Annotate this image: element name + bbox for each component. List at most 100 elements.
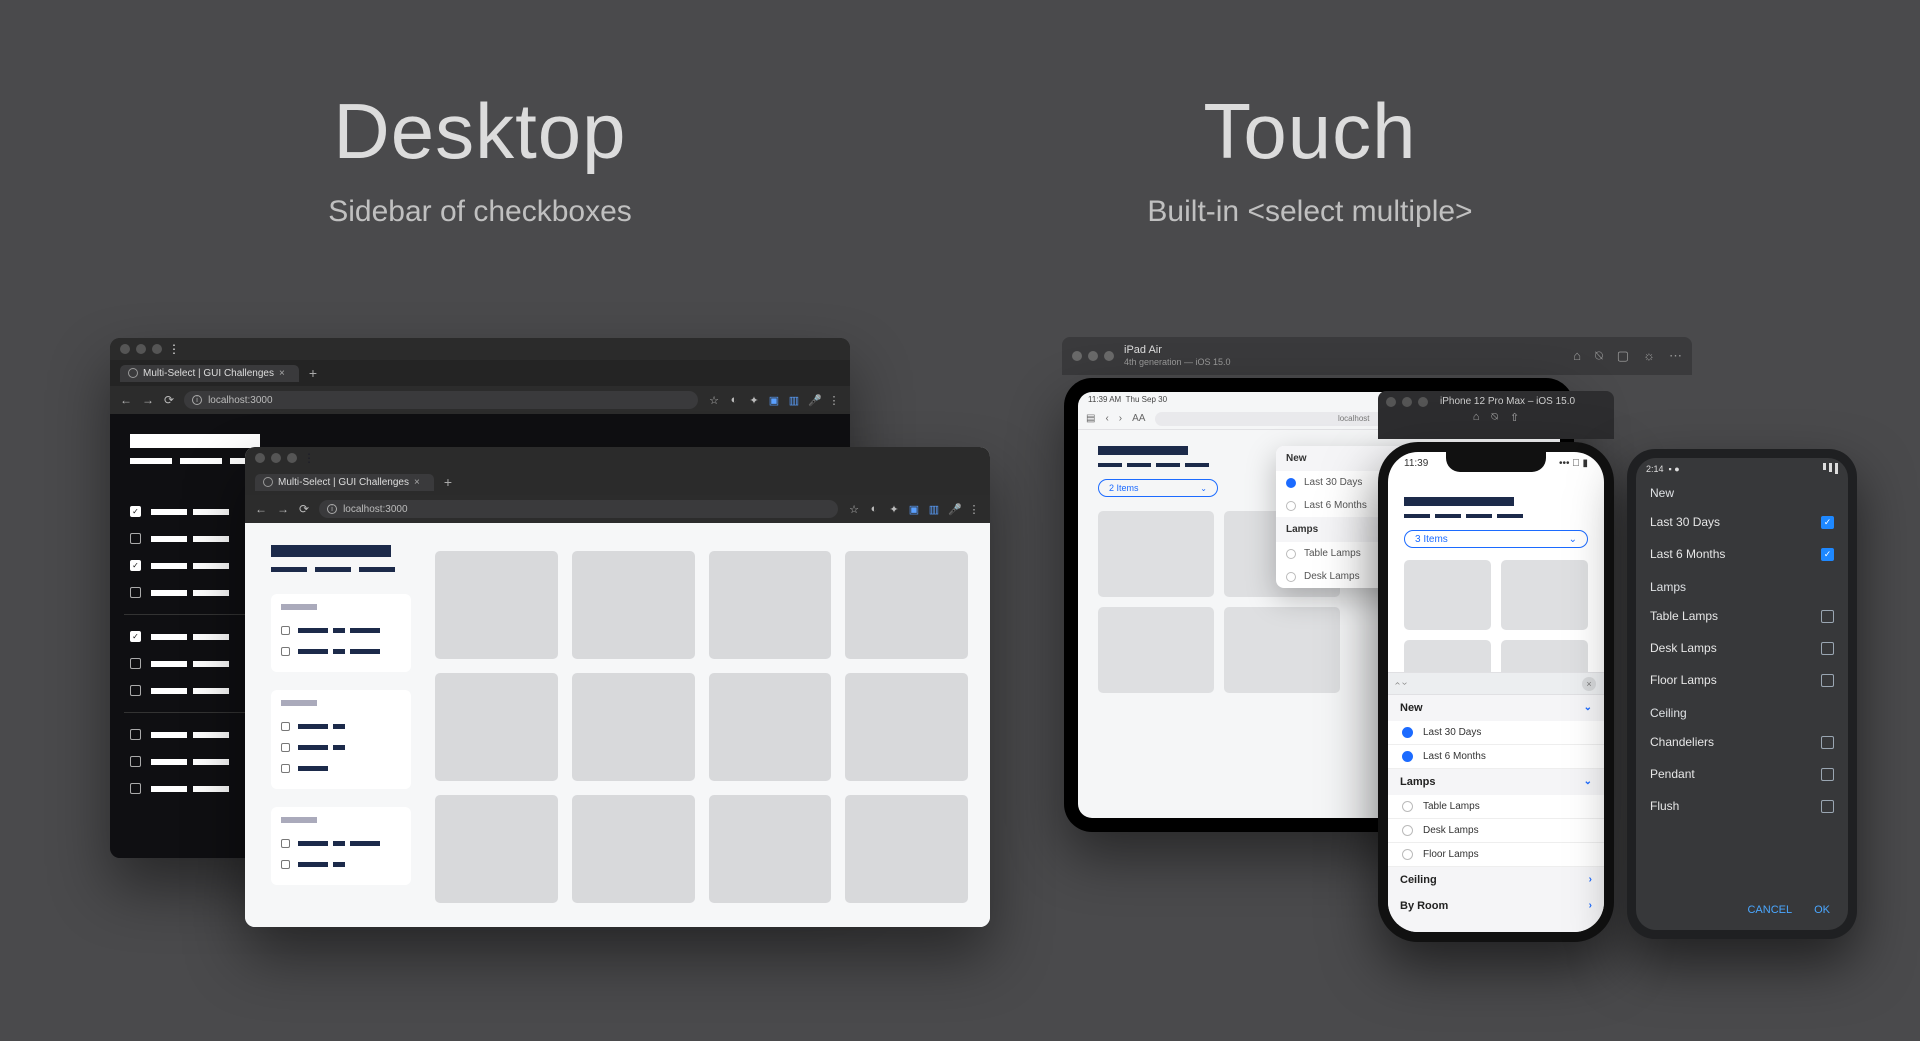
- result-card[interactable]: [1501, 560, 1588, 630]
- kebab-icon[interactable]: ⋮: [968, 503, 980, 516]
- result-card[interactable]: [845, 795, 968, 903]
- android-select-dialog[interactable]: NewLast 30 Days✓Last 6 Months✓LampsTable…: [1636, 476, 1848, 822]
- select-option[interactable]: Last 30 Days✓: [1636, 506, 1848, 538]
- home-icon[interactable]: ⌂: [1573, 348, 1581, 364]
- traffic-lights[interactable]: [1072, 351, 1114, 361]
- select-option[interactable]: Pendant: [1636, 758, 1848, 790]
- select-option[interactable]: Chandeliers: [1636, 726, 1848, 758]
- traffic-lights[interactable]: [255, 453, 297, 463]
- checkbox-icon[interactable]: ✓: [130, 560, 141, 571]
- cast-icon[interactable]: ▥: [788, 394, 800, 407]
- cancel-button[interactable]: CANCEL: [1747, 904, 1792, 916]
- new-tab-icon[interactable]: +: [309, 365, 317, 381]
- back-icon[interactable]: ‹: [1105, 413, 1108, 424]
- sidebar-checkbox-row[interactable]: [281, 620, 401, 641]
- tune-icon[interactable]: ◐: [868, 503, 880, 516]
- back-icon[interactable]: ←: [120, 393, 132, 407]
- devtools-icon[interactable]: ▣: [768, 394, 780, 407]
- site-info-icon[interactable]: i: [192, 395, 202, 405]
- address-field[interactable]: i localhost:3000: [184, 391, 698, 409]
- extension-icon[interactable]: ✦: [888, 503, 900, 516]
- checkbox-icon[interactable]: [130, 783, 141, 794]
- devtools-icon[interactable]: ▣: [908, 503, 920, 516]
- cast-icon[interactable]: ▥: [928, 503, 940, 516]
- browser-tab[interactable]: Multi-Select | GUI Challenges ×: [255, 474, 434, 491]
- checkbox-icon[interactable]: [130, 533, 141, 544]
- share-icon[interactable]: ⇧: [1510, 411, 1519, 424]
- checkbox-icon[interactable]: [281, 839, 290, 848]
- mic-icon[interactable]: 🎤: [948, 503, 960, 516]
- forward-icon[interactable]: →: [277, 502, 289, 516]
- reload-icon[interactable]: ⟳: [164, 393, 174, 407]
- result-card[interactable]: [1404, 560, 1491, 630]
- select-option[interactable]: Last 30 Days: [1388, 721, 1604, 745]
- checkbox-icon[interactable]: ✓: [130, 506, 141, 517]
- star-icon[interactable]: ☆: [708, 394, 720, 407]
- sidebar-checkbox-row[interactable]: [281, 737, 401, 758]
- ok-button[interactable]: OK: [1814, 904, 1830, 916]
- sidebar-checkbox-row[interactable]: [281, 716, 401, 737]
- window-menu-icon[interactable]: ⋮: [303, 451, 315, 465]
- select-option[interactable]: Table Lamps: [1636, 600, 1848, 632]
- select-summary-pill[interactable]: 3 Items ⌄: [1404, 530, 1588, 548]
- select-option[interactable]: Floor Lamps: [1388, 843, 1604, 867]
- checkbox-icon[interactable]: [281, 764, 290, 773]
- close-tab-icon[interactable]: ×: [279, 368, 285, 379]
- checkbox-icon[interactable]: [130, 587, 141, 598]
- optgroup-header[interactable]: By Room›: [1388, 893, 1604, 919]
- screenshot-icon[interactable]: ⍉: [1595, 348, 1603, 364]
- select-option[interactable]: Last 6 Months: [1388, 745, 1604, 769]
- traffic-lights[interactable]: [1386, 397, 1428, 407]
- close-tab-icon[interactable]: ×: [414, 477, 420, 488]
- site-info-icon[interactable]: i: [327, 504, 337, 514]
- sheet-nav-arrows[interactable]: ‹›: [1396, 678, 1411, 689]
- select-option[interactable]: Floor Lamps: [1636, 664, 1848, 696]
- appearance-icon[interactable]: ☼: [1643, 348, 1655, 364]
- select-option[interactable]: Flush: [1636, 790, 1848, 822]
- select-sheet[interactable]: ‹› × New⌄Last 30 DaysLast 6 MonthsLamps⌄…: [1388, 672, 1604, 932]
- tune-icon[interactable]: ◐: [728, 394, 740, 407]
- checkbox-icon[interactable]: [281, 860, 290, 869]
- kebab-icon[interactable]: ⋮: [828, 394, 840, 407]
- checkbox-icon[interactable]: ✓: [130, 631, 141, 642]
- checkbox-icon[interactable]: [281, 626, 290, 635]
- checkbox-icon[interactable]: [130, 685, 141, 696]
- result-card[interactable]: [709, 673, 832, 781]
- result-card[interactable]: [572, 551, 695, 659]
- result-card[interactable]: [435, 551, 558, 659]
- forward-icon[interactable]: →: [142, 393, 154, 407]
- result-card[interactable]: [435, 795, 558, 903]
- result-card[interactable]: [1224, 607, 1340, 693]
- sidebar-checkbox-row[interactable]: [281, 833, 401, 854]
- address-field[interactable]: i localhost:3000: [319, 500, 838, 518]
- sidebar-checkbox-row[interactable]: [281, 758, 401, 779]
- select-option[interactable]: Desk Lamps: [1636, 632, 1848, 664]
- screenshot-icon[interactable]: ⍉: [1491, 411, 1498, 424]
- checkbox-icon[interactable]: [130, 729, 141, 740]
- select-summary-pill[interactable]: 2 Items ⌄: [1098, 479, 1218, 497]
- optgroup-header[interactable]: New⌄: [1388, 695, 1604, 721]
- sidebar-checkbox-row[interactable]: [281, 854, 401, 875]
- mic-icon[interactable]: 🎤: [808, 394, 820, 407]
- star-icon[interactable]: ☆: [848, 503, 860, 516]
- result-card[interactable]: [1098, 607, 1214, 693]
- rotate-icon[interactable]: ▢: [1617, 348, 1629, 364]
- result-card[interactable]: [435, 673, 558, 781]
- sidebar-icon[interactable]: ▤: [1086, 413, 1095, 424]
- sidebar-checkbox-row[interactable]: [281, 641, 401, 662]
- new-tab-icon[interactable]: +: [444, 474, 452, 490]
- checkbox-icon[interactable]: [130, 658, 141, 669]
- sheet-close-icon[interactable]: ×: [1582, 677, 1596, 691]
- result-card[interactable]: [845, 551, 968, 659]
- home-icon[interactable]: ⌂: [1473, 411, 1480, 424]
- checkbox-icon[interactable]: [281, 722, 290, 731]
- select-option[interactable]: Desk Lamps: [1388, 819, 1604, 843]
- traffic-lights[interactable]: [120, 344, 162, 354]
- select-option[interactable]: Table Lamps: [1388, 795, 1604, 819]
- result-card[interactable]: [709, 551, 832, 659]
- result-card[interactable]: [709, 795, 832, 903]
- forward-icon[interactable]: ›: [1119, 413, 1122, 424]
- optgroup-header[interactable]: Ceiling›: [1388, 867, 1604, 893]
- checkbox-icon[interactable]: [281, 743, 290, 752]
- back-icon[interactable]: ←: [255, 502, 267, 516]
